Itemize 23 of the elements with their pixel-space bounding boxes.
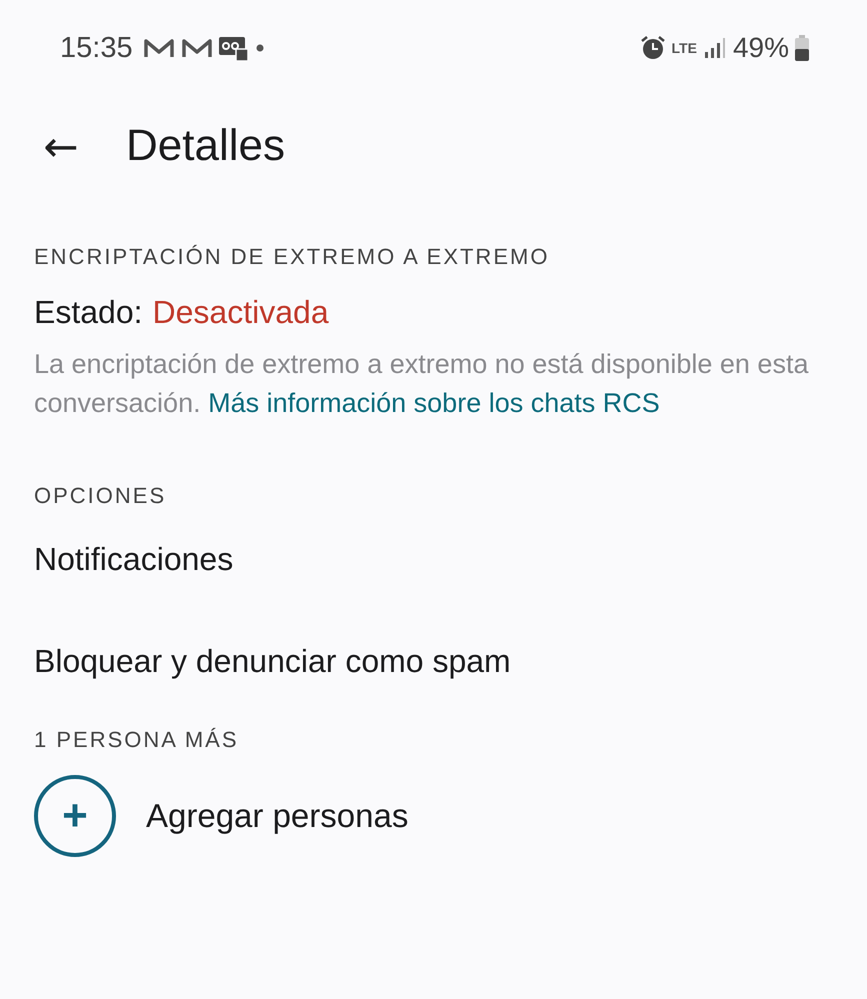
mail-icon xyxy=(180,37,213,59)
add-icon[interactable]: + xyxy=(34,775,116,857)
more-info-link[interactable]: Más información sobre los chats RCS xyxy=(208,388,660,418)
battery-percent: 49% xyxy=(732,32,789,64)
signal-icon xyxy=(702,37,727,59)
section-heading: 1 PERSONA MÁS xyxy=(34,727,240,753)
page-title: Detalles xyxy=(126,121,285,171)
status-label: Estado: xyxy=(34,294,143,331)
add-people-label[interactable]: Agregar personas xyxy=(146,797,408,835)
battery-icon xyxy=(795,35,809,61)
option-item[interactable]: Notificaciones xyxy=(34,509,833,611)
status-time: 15:35 xyxy=(60,32,133,64)
section-heading: OPCIONES xyxy=(34,483,168,509)
option-item[interactable]: Bloquear y denunciar como spam xyxy=(34,611,833,713)
mail-icon xyxy=(142,37,175,59)
alarm-icon xyxy=(640,35,666,61)
notification-dot-icon xyxy=(254,43,265,53)
network-type: LTE xyxy=(672,40,697,56)
back-button[interactable]: ← xyxy=(36,122,86,170)
encryption-description: La encriptación de extremo a extremo no está disponible en esta conversación. Más información sobre los chats RCS xyxy=(34,348,810,420)
voicemail-icon xyxy=(218,35,249,61)
status-value: Desactivada xyxy=(152,294,329,331)
section-heading: ENCRIPTACIÓN DE EXTREMO A EXTREMO xyxy=(34,244,550,270)
